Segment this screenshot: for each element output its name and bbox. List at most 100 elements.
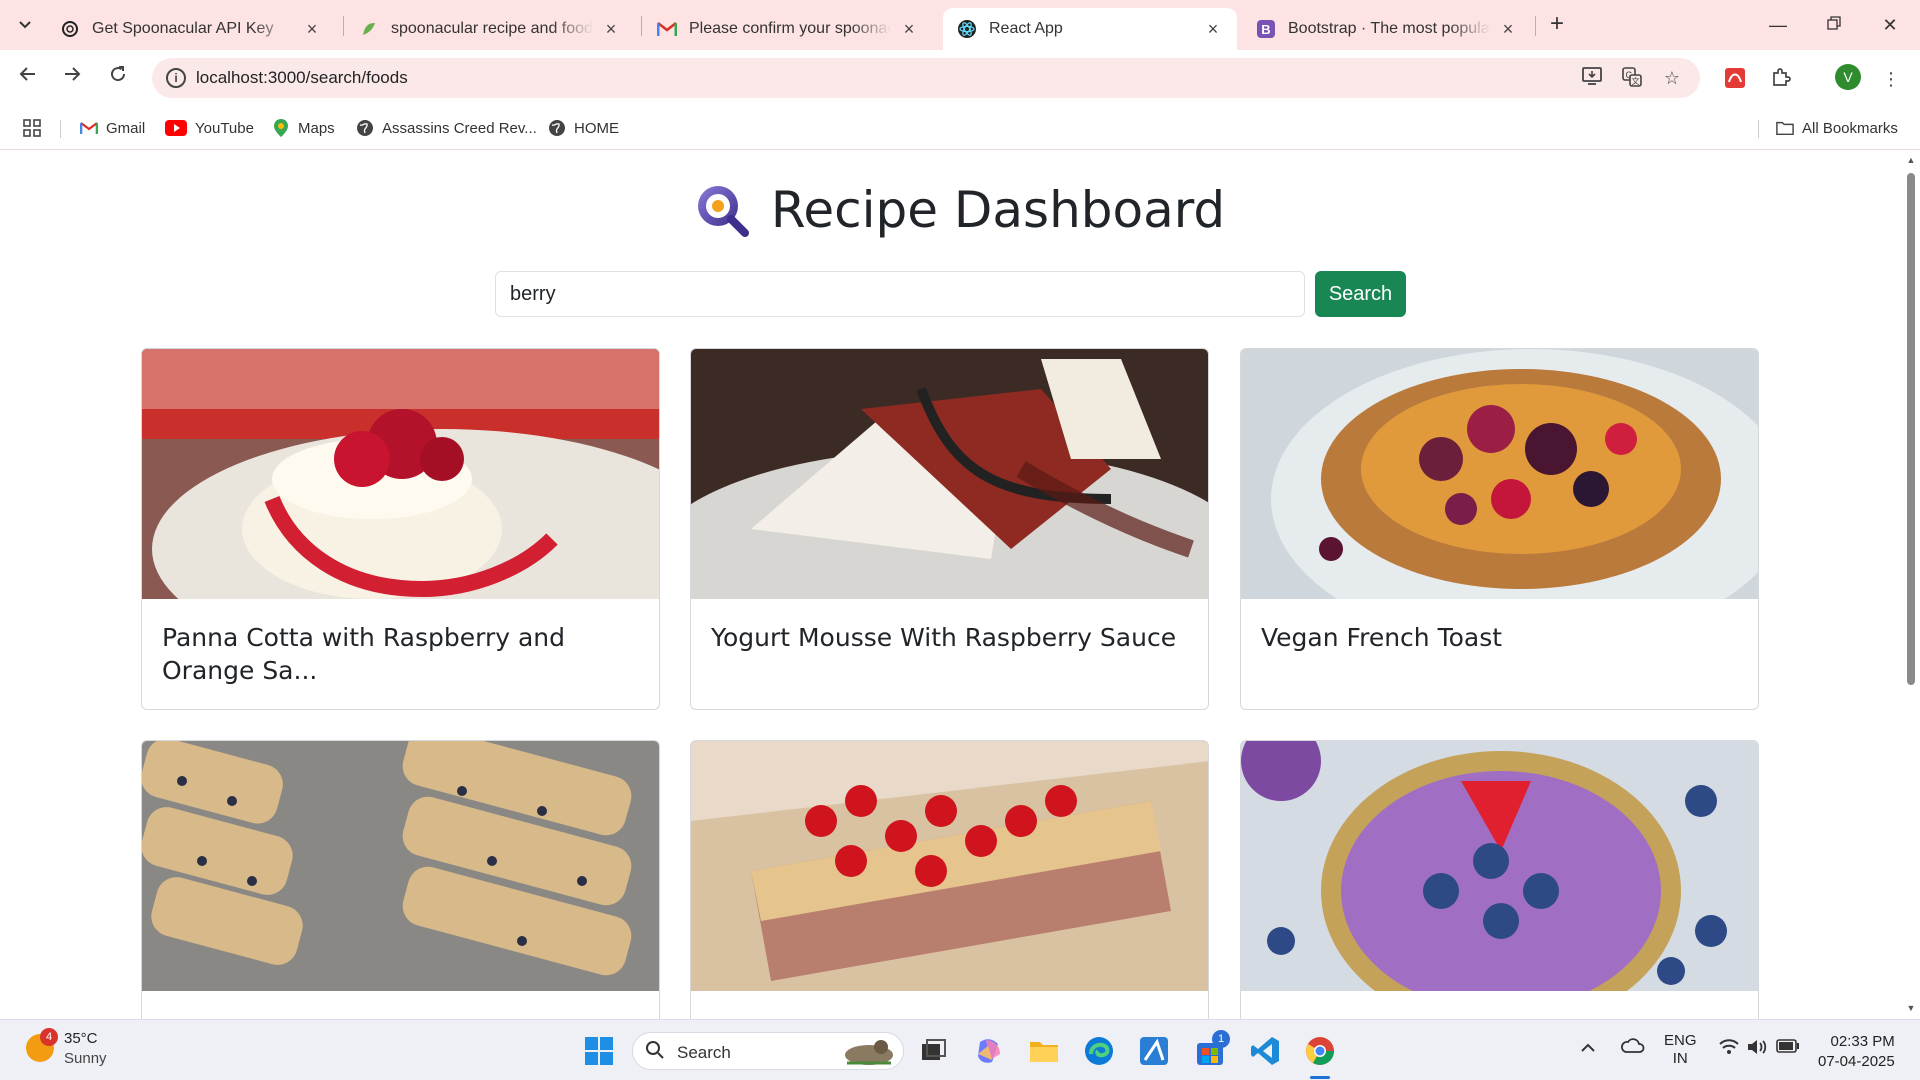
weather-badge: 4 xyxy=(40,1028,58,1046)
recipe-card[interactable]: Vegan French Toast xyxy=(1240,348,1759,710)
reload-icon[interactable] xyxy=(100,60,136,96)
recipe-card[interactable]: Red Currant Streusel Bars xyxy=(690,740,1209,1019)
url-text[interactable]: localhost:3000/search/foods xyxy=(196,68,408,88)
svg-text:B: B xyxy=(1261,22,1270,37)
recipe-image-vegan-french-toast xyxy=(1241,349,1758,599)
restore-icon[interactable] xyxy=(1806,8,1862,42)
scroll-down-icon[interactable]: ▼ xyxy=(1906,1003,1916,1013)
extensions-puzzle-icon[interactable] xyxy=(1768,66,1794,92)
tab-search-icon[interactable] xyxy=(12,12,38,38)
show-hidden-icons[interactable] xyxy=(1580,1040,1596,1057)
recipe-card[interactable]: Easy Ingredient Blueberry Frozen Yogurt xyxy=(1240,740,1759,1019)
tab-label: Please confirm your spoonacular xyxy=(689,20,891,37)
tab-divider xyxy=(1535,16,1536,36)
magnifier-logo-icon xyxy=(697,186,749,237)
site-info-icon[interactable]: i xyxy=(166,68,186,88)
weather-condition[interactable]: Sunny xyxy=(64,1050,107,1067)
recipe-title[interactable]: Yogurt Mousse With Raspberry Sauce xyxy=(691,599,1208,709)
close-tab-icon[interactable]: × xyxy=(899,19,919,40)
apps-grid-icon[interactable] xyxy=(22,116,42,140)
battery-icon[interactable] xyxy=(1776,1039,1800,1057)
copilot-icon[interactable] xyxy=(972,1034,1006,1068)
tab-strip: Get Spoonacular API Key × spoonacular re… xyxy=(0,0,1920,50)
bookmark-star-icon[interactable]: ☆ xyxy=(1660,66,1684,90)
windows-start-icon[interactable] xyxy=(582,1034,616,1068)
region-code: IN xyxy=(1672,1050,1688,1067)
bookmark-label: YouTube xyxy=(195,119,254,137)
task-view-icon[interactable] xyxy=(916,1034,950,1068)
bookmark-assassins-creed[interactable]: Assassins Creed Rev... xyxy=(356,116,537,140)
recipe-image-biscotti xyxy=(142,741,659,991)
page-header: Recipe Dashboard xyxy=(0,181,1902,239)
extension-pdf-icon[interactable] xyxy=(1722,66,1748,92)
forward-icon[interactable] xyxy=(54,60,90,96)
tab-react-app[interactable]: React App × xyxy=(943,8,1237,50)
edge-icon[interactable] xyxy=(1082,1034,1116,1068)
tab-bootstrap[interactable]: B Bootstrap · The most popular HTML × xyxy=(1242,8,1532,50)
windows-taskbar: 4 35°C Sunny Search 1 ENG IN 02:33 PM 07… xyxy=(0,1019,1920,1080)
bookmark-youtube[interactable]: YouTube xyxy=(165,116,254,140)
close-tab-icon[interactable]: × xyxy=(1203,19,1223,40)
wifi-icon[interactable] xyxy=(1718,1038,1740,1060)
recipe-title[interactable]: Red Currant Streusel Bars xyxy=(691,991,1208,1019)
clock[interactable]: 02:33 PM 07-04-2025 xyxy=(1818,1032,1895,1072)
back-icon[interactable] xyxy=(10,60,46,96)
tab-spoonacular-key[interactable]: Get Spoonacular API Key × xyxy=(46,8,336,50)
openai-icon xyxy=(60,19,80,39)
recipe-search-input[interactable]: berry xyxy=(495,271,1305,317)
recipe-image-red-currant-bars xyxy=(691,741,1208,991)
svg-text:文: 文 xyxy=(1632,76,1640,86)
recipe-card[interactable]: Yogurt Mousse With Raspberry Sauce xyxy=(690,348,1209,710)
onedrive-icon[interactable] xyxy=(1620,1036,1646,1062)
tab-spoonacular-api[interactable]: spoonacular recipe and food API × xyxy=(345,8,635,50)
recipe-image-blueberry-frozen-yogurt xyxy=(1241,741,1758,991)
search-highlight-icon xyxy=(845,1040,893,1065)
scroll-up-icon[interactable]: ▲ xyxy=(1906,155,1916,165)
minimize-icon[interactable]: — xyxy=(1750,8,1806,42)
menu-kebab-icon[interactable]: ⋮ xyxy=(1878,66,1904,92)
close-window-icon[interactable]: ✕ xyxy=(1862,8,1918,42)
close-tab-icon[interactable]: × xyxy=(302,19,322,40)
bookmark-divider xyxy=(60,120,61,138)
profile-avatar[interactable]: V xyxy=(1835,64,1861,90)
close-tab-icon[interactable]: × xyxy=(1498,19,1518,40)
volume-icon[interactable] xyxy=(1746,1038,1768,1060)
react-icon xyxy=(957,19,977,39)
language-indicator[interactable]: ENG IN xyxy=(1664,1032,1697,1068)
chrome-icon[interactable] xyxy=(1303,1034,1337,1068)
bookmark-label: Gmail xyxy=(106,119,146,137)
recipe-image-yogurt-mousse xyxy=(691,349,1208,599)
browser-toolbar: i localhost:3000/search/foods G文 ☆ V ⋮ xyxy=(0,50,1920,106)
install-app-icon[interactable] xyxy=(1580,66,1604,90)
vscode-icon[interactable] xyxy=(1248,1034,1282,1068)
page-scrollbar[interactable]: ▲ ▼ xyxy=(1902,151,1920,1019)
recipe-title[interactable]: Meyer Lemon Biscotti with Dried Wild Blu… xyxy=(142,991,659,1019)
maps-icon xyxy=(272,119,290,137)
bookmarks-bar: Gmail YouTube Maps Assassins Creed Rev..… xyxy=(0,106,1920,150)
recipe-card[interactable]: Panna Cotta with Raspberry and Orange Sa… xyxy=(141,348,660,710)
translate-icon[interactable]: G文 xyxy=(1620,66,1644,90)
recipe-title[interactable]: Easy Ingredient Blueberry Frozen Yogurt xyxy=(1241,991,1758,1019)
bookmark-gmail[interactable]: Gmail xyxy=(80,116,145,140)
close-tab-icon[interactable]: × xyxy=(601,19,621,40)
bookmark-home[interactable]: HOME xyxy=(548,116,619,140)
search-button[interactable]: Search xyxy=(1315,271,1406,317)
tab-gmail[interactable]: Please confirm your spoonacular × xyxy=(643,8,933,50)
recipe-card[interactable]: Meyer Lemon Biscotti with Dried Wild Blu… xyxy=(141,740,660,1019)
weather-temperature[interactable]: 35°C xyxy=(64,1030,98,1047)
new-tab-button[interactable]: + xyxy=(1542,10,1572,40)
tab-label: Bootstrap · The most popular HTML xyxy=(1288,20,1490,37)
gmail-icon xyxy=(80,119,98,137)
file-explorer-icon[interactable] xyxy=(1027,1034,1061,1068)
recipe-title[interactable]: Vegan French Toast xyxy=(1241,599,1758,709)
address-bar[interactable]: i localhost:3000/search/foods G文 ☆ xyxy=(152,58,1700,98)
azure-studio-icon[interactable] xyxy=(1137,1034,1171,1068)
all-bookmarks-button[interactable]: All Bookmarks xyxy=(1776,116,1898,140)
recipe-title[interactable]: Panna Cotta with Raspberry and Orange Sa… xyxy=(142,599,659,709)
bookmark-maps[interactable]: Maps xyxy=(272,116,335,140)
page-title: Recipe Dashboard xyxy=(770,181,1226,239)
folder-icon xyxy=(1776,119,1794,137)
bookmark-label: All Bookmarks xyxy=(1802,119,1898,137)
taskbar-search[interactable]: Search xyxy=(632,1032,904,1070)
scrollbar-thumb[interactable] xyxy=(1907,173,1915,685)
